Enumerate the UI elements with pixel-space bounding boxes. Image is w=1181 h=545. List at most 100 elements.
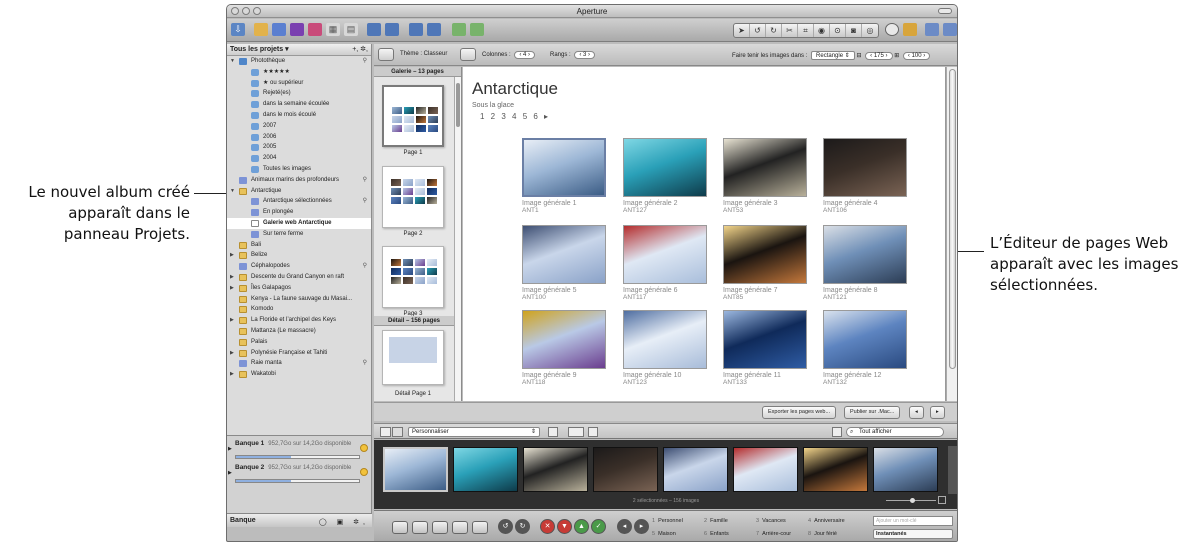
canvas-scroll-thumb[interactable] (949, 69, 956, 369)
toggle-pages-button[interactable] (378, 48, 394, 61)
next-image-button[interactable]: ▸ (634, 519, 649, 534)
vault-status-icon[interactable] (360, 468, 368, 476)
new-web-journal-icon[interactable]: ▤ (344, 23, 358, 36)
filmstrip-thumbnail[interactable] (663, 447, 728, 492)
disclosure-closed-icon[interactable]: ▶ (230, 315, 234, 326)
project-item[interactable]: 2007 (227, 121, 371, 132)
red-eye-tool-icon[interactable]: ◉ (814, 24, 830, 37)
new-book-icon[interactable] (290, 23, 304, 36)
gallery-image-cell[interactable]: Image générale 8 ANT121 (823, 225, 909, 301)
gallery-image[interactable] (823, 310, 907, 369)
rotate-left-button[interactable]: ↺ (498, 519, 513, 534)
project-item[interactable]: ★ ou supérieur (227, 78, 371, 89)
gallery-image-cell[interactable]: Image générale 6 ANT117 (623, 225, 709, 301)
image-caption[interactable]: Image générale 6 (623, 287, 709, 294)
disclosure-open-icon[interactable]: ▼ (230, 56, 235, 67)
image-code[interactable]: ANT132 (823, 379, 909, 386)
smart-settings-icon[interactable]: ⚲ (363, 56, 367, 67)
project-item[interactable]: Bali (227, 240, 371, 251)
project-item[interactable]: Galerie web Antarctique (227, 217, 371, 229)
gallery-image-cell[interactable]: Image générale 12 ANT132 (823, 310, 909, 386)
project-item[interactable]: Kenya - La faune sauvage du Masai... (227, 294, 371, 305)
image-caption[interactable]: Image générale 3 (723, 200, 809, 207)
image-caption[interactable]: Image générale 2 (623, 200, 709, 207)
projects-scope-popup[interactable]: Tous les projets ▾ (230, 46, 289, 53)
disclosure-closed-icon[interactable]: ▶ (230, 283, 234, 294)
project-item[interactable]: dans la semaine écoulée (227, 99, 371, 110)
publish-mac-button[interactable]: Publier sur .Mac... (844, 406, 901, 419)
gallery-image-cell[interactable]: Image générale 11 ANT133 (723, 310, 809, 386)
vault-item[interactable]: ▶ Banque 1 952,7Go sur 14,2Go disponible (227, 440, 371, 464)
image-code[interactable]: ANT121 (823, 294, 909, 301)
multi-viewer-icon[interactable] (432, 521, 448, 534)
keyword-set-popup[interactable]: Instantanés (873, 529, 953, 539)
gallery-image-cell[interactable]: Image générale 9 ANT118 (522, 310, 608, 386)
export-web-pages-button[interactable]: Exporter les pages web... (762, 406, 837, 419)
disclosure-closed-icon[interactable]: ▶ (228, 470, 232, 476)
new-album-icon[interactable] (272, 23, 286, 36)
project-item[interactable]: dans le mois écoulé (227, 110, 371, 121)
keyword-button[interactable]: 1 Personnel (652, 518, 683, 524)
image-code[interactable]: ANT123 (623, 379, 709, 386)
image-caption[interactable]: Image générale 1 (522, 200, 608, 207)
project-item[interactable]: ▶ Wakatobi (227, 369, 371, 380)
add-keyword-field[interactable]: Ajouter un mot-clé (873, 516, 953, 526)
project-item[interactable]: Antarctique sélectionnées ⚲ (227, 196, 371, 207)
query-hud-icon[interactable] (832, 427, 842, 437)
project-item[interactable]: Raie manta ⚲ (227, 358, 371, 369)
project-item[interactable]: Animaux marins des profondeurs ⚲ (227, 175, 371, 186)
project-item[interactable]: Mattanza (Le massacre) (227, 326, 371, 337)
gallery-image[interactable] (522, 138, 606, 197)
disclosure-closed-icon[interactable]: ▶ (228, 446, 232, 452)
project-item[interactable]: 2005 (227, 142, 371, 153)
print-icon[interactable] (470, 23, 484, 36)
disclosure-closed-icon[interactable]: ▶ (230, 272, 234, 283)
disclosure-closed-icon[interactable]: ▶ (230, 369, 234, 380)
new-light-table-icon[interactable] (308, 23, 322, 36)
image-caption[interactable]: Image générale 8 (823, 287, 909, 294)
image-caption[interactable]: Image générale 11 (723, 372, 809, 379)
rotate-left-icon[interactable] (409, 23, 423, 36)
close-window-button[interactable] (231, 7, 239, 15)
project-item[interactable]: ▼ Antarctique (227, 186, 371, 197)
split-viewer-icon[interactable] (452, 521, 468, 534)
new-web-gallery-icon[interactable]: ▦ (326, 23, 340, 36)
spot-patch-tool-icon[interactable]: ⌗ (798, 24, 814, 37)
gallery-title[interactable]: Antarctique (472, 79, 558, 99)
project-item[interactable]: ★★★★★ (227, 67, 371, 78)
project-item[interactable]: Toutes les images (227, 164, 371, 175)
email-icon[interactable] (452, 23, 466, 36)
vault-action-buttons[interactable]: ◯ ▣ ✲, (319, 516, 369, 530)
image-caption[interactable]: Image générale 10 (623, 372, 709, 379)
image-code[interactable]: ANT127 (623, 207, 709, 214)
image-caption[interactable]: Image générale 4 (823, 200, 909, 207)
filmstrip-thumbnail[interactable] (733, 447, 798, 492)
theme-label[interactable]: Thème : Classeur (400, 51, 447, 57)
project-item[interactable]: Palais (227, 337, 371, 348)
keyword-button[interactable]: 5 Maison (652, 531, 676, 537)
minimize-window-button[interactable] (242, 7, 250, 15)
gallery-image[interactable] (623, 310, 707, 369)
full-screen-icon[interactable] (943, 23, 957, 36)
filmstrip-thumbnail[interactable] (453, 447, 518, 492)
filmstrip-thumbnail[interactable] (523, 447, 588, 492)
next-page-button[interactable]: ▸ (930, 406, 945, 419)
gallery-image-cell[interactable]: Image générale 3 ANT53 (723, 138, 809, 214)
select-tool-icon[interactable]: ➤ (734, 24, 750, 37)
inspector-icon[interactable] (903, 23, 917, 36)
smart-settings-icon[interactable]: ⚲ (363, 358, 367, 369)
gallery-image-cell[interactable]: Image générale 1 ANT1 (522, 138, 608, 214)
vault-item[interactable]: ▶ Banque 2 952,7Go sur 14,2Go disponible (227, 464, 371, 488)
gallery-image-cell[interactable]: Image générale 7 ANT85 (723, 225, 809, 301)
project-item[interactable]: En plongée (227, 207, 371, 218)
search-field[interactable]: ⌕ Tout afficher (846, 427, 944, 437)
project-item[interactable]: ▶ Belize (227, 250, 371, 261)
project-item[interactable]: ▶ Descente du Grand Canyon en raft (227, 272, 371, 283)
straighten-tool-icon[interactable]: ↻ (766, 24, 782, 37)
switch-view-icon[interactable] (925, 23, 939, 36)
decrease-rating-button[interactable]: ▼ (557, 519, 572, 534)
list-view-icon[interactable] (392, 427, 403, 437)
viewer-mode-icon[interactable] (392, 521, 408, 534)
page-thumbnail[interactable] (382, 246, 444, 308)
image-code[interactable]: ANT1 (522, 207, 608, 214)
